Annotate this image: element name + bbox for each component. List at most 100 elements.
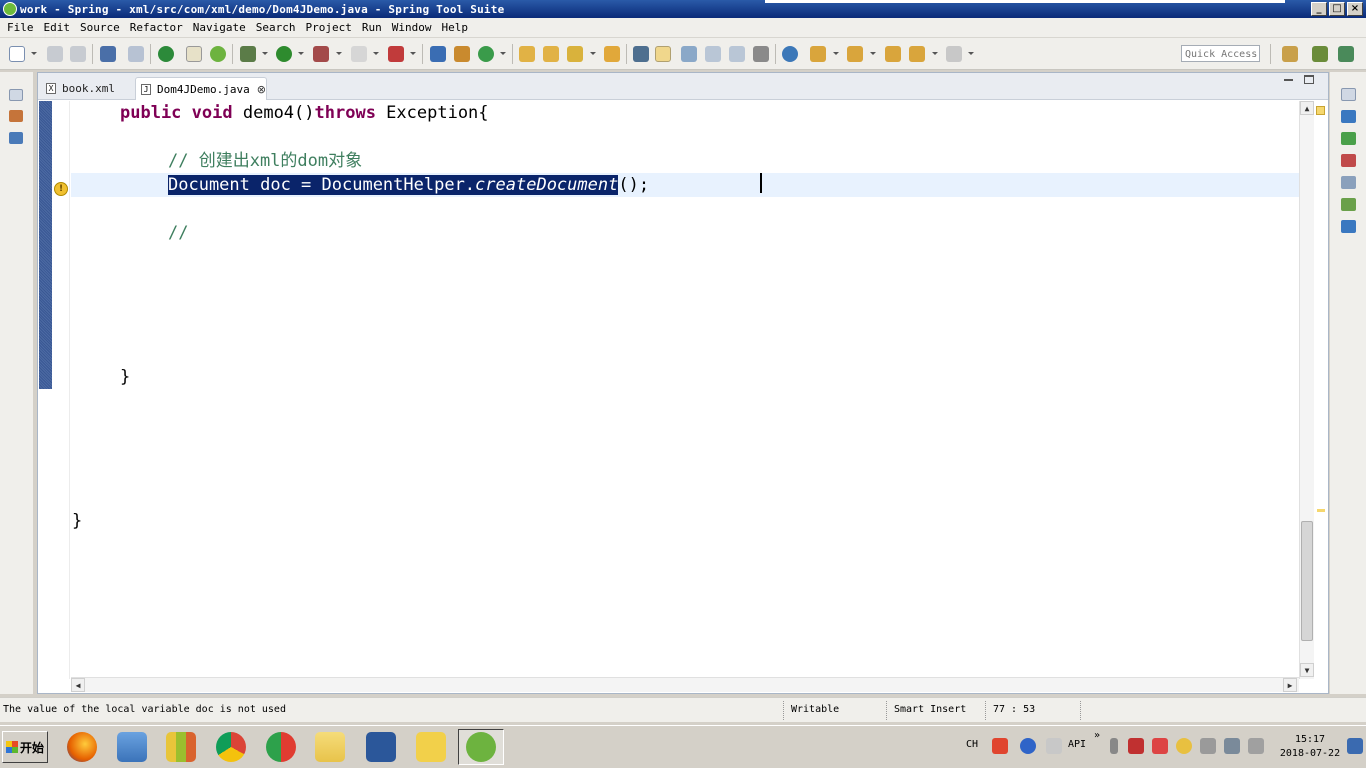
- start-button[interactable]: 开始: [2, 731, 48, 763]
- spring-boot-icon[interactable]: [210, 46, 226, 62]
- maximize-editor-icon[interactable]: [1304, 75, 1314, 84]
- outline-icon[interactable]: [9, 132, 23, 144]
- open-folder-icon[interactable]: [543, 46, 559, 62]
- refresh-icon[interactable]: [478, 46, 494, 62]
- restore-icon[interactable]: [1341, 88, 1356, 101]
- taskbar-folder[interactable]: [307, 729, 353, 765]
- open-task-icon[interactable]: [567, 46, 583, 62]
- menu-window[interactable]: Window: [387, 21, 437, 34]
- run-external-icon[interactable]: [313, 46, 329, 62]
- terminal-view-icon[interactable]: [1341, 220, 1356, 233]
- restore-icon[interactable]: [9, 89, 23, 101]
- problems-icon[interactable]: [1341, 154, 1356, 167]
- menu-run[interactable]: Run: [357, 21, 387, 34]
- next-annotation-icon[interactable]: [810, 46, 826, 62]
- pilcrow-icon[interactable]: [729, 46, 745, 62]
- show-desktop-icon[interactable]: [1347, 738, 1363, 754]
- taskbar-xmind[interactable]: [258, 729, 304, 765]
- tab-book-xml[interactable]: X book.xml: [44, 77, 136, 100]
- block-selection-icon[interactable]: [681, 46, 697, 62]
- menu-source[interactable]: Source: [75, 21, 125, 34]
- save-icon[interactable]: [47, 46, 63, 62]
- horizontal-scrollbar[interactable]: ◀ ▶: [71, 677, 1299, 692]
- vertical-scrollbar[interactable]: ▲ ▼: [1299, 101, 1314, 679]
- warning-icon[interactable]: !: [54, 182, 68, 196]
- menu-project[interactable]: Project: [300, 21, 356, 34]
- volume-icon[interactable]: [1248, 738, 1264, 754]
- stop-icon[interactable]: [351, 46, 367, 62]
- system-clock[interactable]: 15:17 2018-07-22: [1275, 733, 1345, 761]
- warning-position-marker[interactable]: [1317, 509, 1325, 512]
- save-all-icon[interactable]: [70, 46, 86, 62]
- taskbar-pencils[interactable]: [158, 729, 204, 765]
- progress-icon[interactable]: [1341, 198, 1356, 211]
- new-class-icon[interactable]: [454, 46, 470, 62]
- device-tray-icon[interactable]: [1200, 738, 1216, 754]
- taskbar-word[interactable]: [358, 729, 404, 765]
- prev-annotation-icon[interactable]: [847, 46, 863, 62]
- close-button[interactable]: ×: [1347, 2, 1363, 16]
- back-icon[interactable]: [909, 46, 925, 62]
- search-icon[interactable]: [604, 46, 620, 62]
- maximize-button[interactable]: □: [1329, 2, 1345, 16]
- display-tray-icon[interactable]: [1224, 738, 1240, 754]
- show-whitespace-icon[interactable]: [705, 46, 721, 62]
- last-edit-icon[interactable]: [885, 46, 901, 62]
- taskbar-spring-tool-suite[interactable]: [458, 729, 504, 765]
- taskbar-virtual-machine[interactable]: [109, 729, 155, 765]
- restore-tray-icon[interactable]: [1046, 738, 1062, 754]
- open-type-icon[interactable]: [519, 46, 535, 62]
- tab-dom4jdemo-java[interactable]: J Dom4JDemo.java ⊗: [135, 77, 267, 100]
- power-icon[interactable]: [158, 46, 174, 62]
- help-tray-icon[interactable]: [1020, 738, 1036, 754]
- new-package-icon[interactable]: [430, 46, 446, 62]
- minimize-editor-icon[interactable]: [1284, 79, 1293, 81]
- window-title-bar[interactable]: work - Spring - xml/src/com/xml/demo/Dom…: [0, 0, 1366, 18]
- new-icon[interactable]: [9, 46, 25, 62]
- package-explorer-icon[interactable]: [9, 110, 23, 122]
- highlight-icon[interactable]: [655, 46, 671, 62]
- console-icon[interactable]: [1341, 110, 1356, 123]
- debug-icon[interactable]: [240, 46, 256, 62]
- forward-icon[interactable]: [946, 46, 962, 62]
- close-tab-icon[interactable]: ⊗: [257, 83, 266, 96]
- debug-perspective-icon[interactable]: [1338, 46, 1354, 62]
- run-icon[interactable]: [276, 46, 292, 62]
- annotation-icon[interactable]: [633, 46, 649, 62]
- network-tray-icon[interactable]: [1128, 738, 1144, 754]
- new-dropdown-icon[interactable]: [31, 52, 37, 55]
- menu-navigate[interactable]: Navigate: [188, 21, 251, 34]
- servers-icon[interactable]: [1341, 132, 1356, 145]
- tasks-icon[interactable]: [1341, 176, 1356, 189]
- scroll-down-icon[interactable]: ▼: [1300, 663, 1314, 677]
- globe-icon[interactable]: [782, 46, 798, 62]
- menu-edit[interactable]: Edit: [39, 21, 76, 34]
- open-perspective-icon[interactable]: [1282, 46, 1298, 62]
- menu-help[interactable]: Help: [436, 21, 473, 34]
- taskbar-firefox[interactable]: [59, 729, 105, 765]
- status-insert-mode[interactable]: Smart Insert: [894, 704, 966, 715]
- security-tray-icon[interactable]: [1152, 738, 1168, 754]
- menu-search[interactable]: Search: [251, 21, 301, 34]
- api-indicator[interactable]: API: [1068, 739, 1086, 750]
- server-icon[interactable]: [186, 46, 202, 62]
- tray-overflow[interactable]: »: [1094, 730, 1100, 741]
- menu-file[interactable]: File: [2, 21, 39, 34]
- terminal-icon[interactable]: [100, 46, 116, 62]
- minimize-button[interactable]: _: [1311, 2, 1327, 16]
- code-editor[interactable]: public void demo4()throws Exception{ // …: [71, 101, 1299, 679]
- taskbar-help[interactable]: [408, 729, 454, 765]
- warning-marker-icon[interactable]: [1316, 106, 1325, 115]
- binoculars-icon[interactable]: [753, 46, 769, 62]
- scroll-right-icon[interactable]: ▶: [1283, 678, 1297, 692]
- weather-tray-icon[interactable]: [1176, 738, 1192, 754]
- sogou-icon[interactable]: [992, 738, 1008, 754]
- ime-indicator[interactable]: CH: [966, 739, 978, 750]
- taskbar-chrome[interactable]: [208, 729, 254, 765]
- quick-access-input[interactable]: [1181, 45, 1260, 62]
- scroll-left-icon[interactable]: ◀: [71, 678, 85, 692]
- java-perspective-icon[interactable]: [1312, 46, 1328, 62]
- coverage-icon[interactable]: [388, 46, 404, 62]
- debug-skip-icon[interactable]: [128, 46, 144, 62]
- scroll-up-icon[interactable]: ▲: [1300, 101, 1314, 115]
